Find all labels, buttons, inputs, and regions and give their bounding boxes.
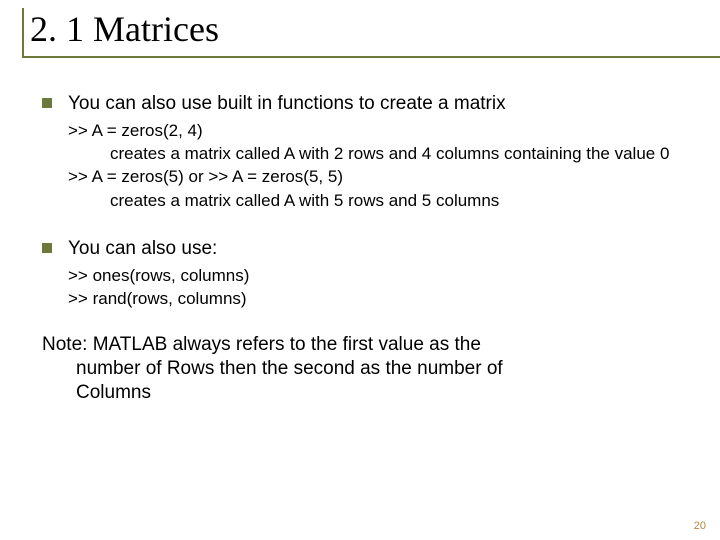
desc-line: creates a matrix called A with 5 rows an… xyxy=(110,190,688,211)
slide: 2. 1 Matrices You can also use built in … xyxy=(0,0,720,540)
code-line: >> rand(rows, columns) xyxy=(68,288,688,309)
note-line: Note: MATLAB always refers to the first … xyxy=(42,333,648,357)
bullet-text: You can also use built in functions to c… xyxy=(68,92,506,116)
note-line: Columns xyxy=(76,381,648,405)
bullet-text: You can also use: xyxy=(68,237,217,261)
code-line: >> A = zeros(2, 4) xyxy=(68,120,688,141)
code-line: >> A = zeros(5) or >> A = zeros(5, 5) xyxy=(68,166,688,187)
bullet-item-1: You can also use built in functions to c… xyxy=(42,92,688,116)
square-bullet-icon xyxy=(42,243,52,253)
slide-title: 2. 1 Matrices xyxy=(30,8,698,56)
title-underline xyxy=(24,56,720,58)
note-line: number of Rows then the second as the nu… xyxy=(76,357,648,381)
page-number: 20 xyxy=(694,520,706,532)
note-block: Note: MATLAB always refers to the first … xyxy=(42,333,688,404)
square-bullet-icon xyxy=(42,98,52,108)
code-line: >> ones(rows, columns) xyxy=(68,265,688,286)
desc-line: creates a matrix called A with 2 rows an… xyxy=(110,143,688,164)
bullet-item-2: You can also use: xyxy=(42,237,688,261)
content: You can also use built in functions to c… xyxy=(22,62,698,404)
title-block: 2. 1 Matrices xyxy=(22,8,698,58)
